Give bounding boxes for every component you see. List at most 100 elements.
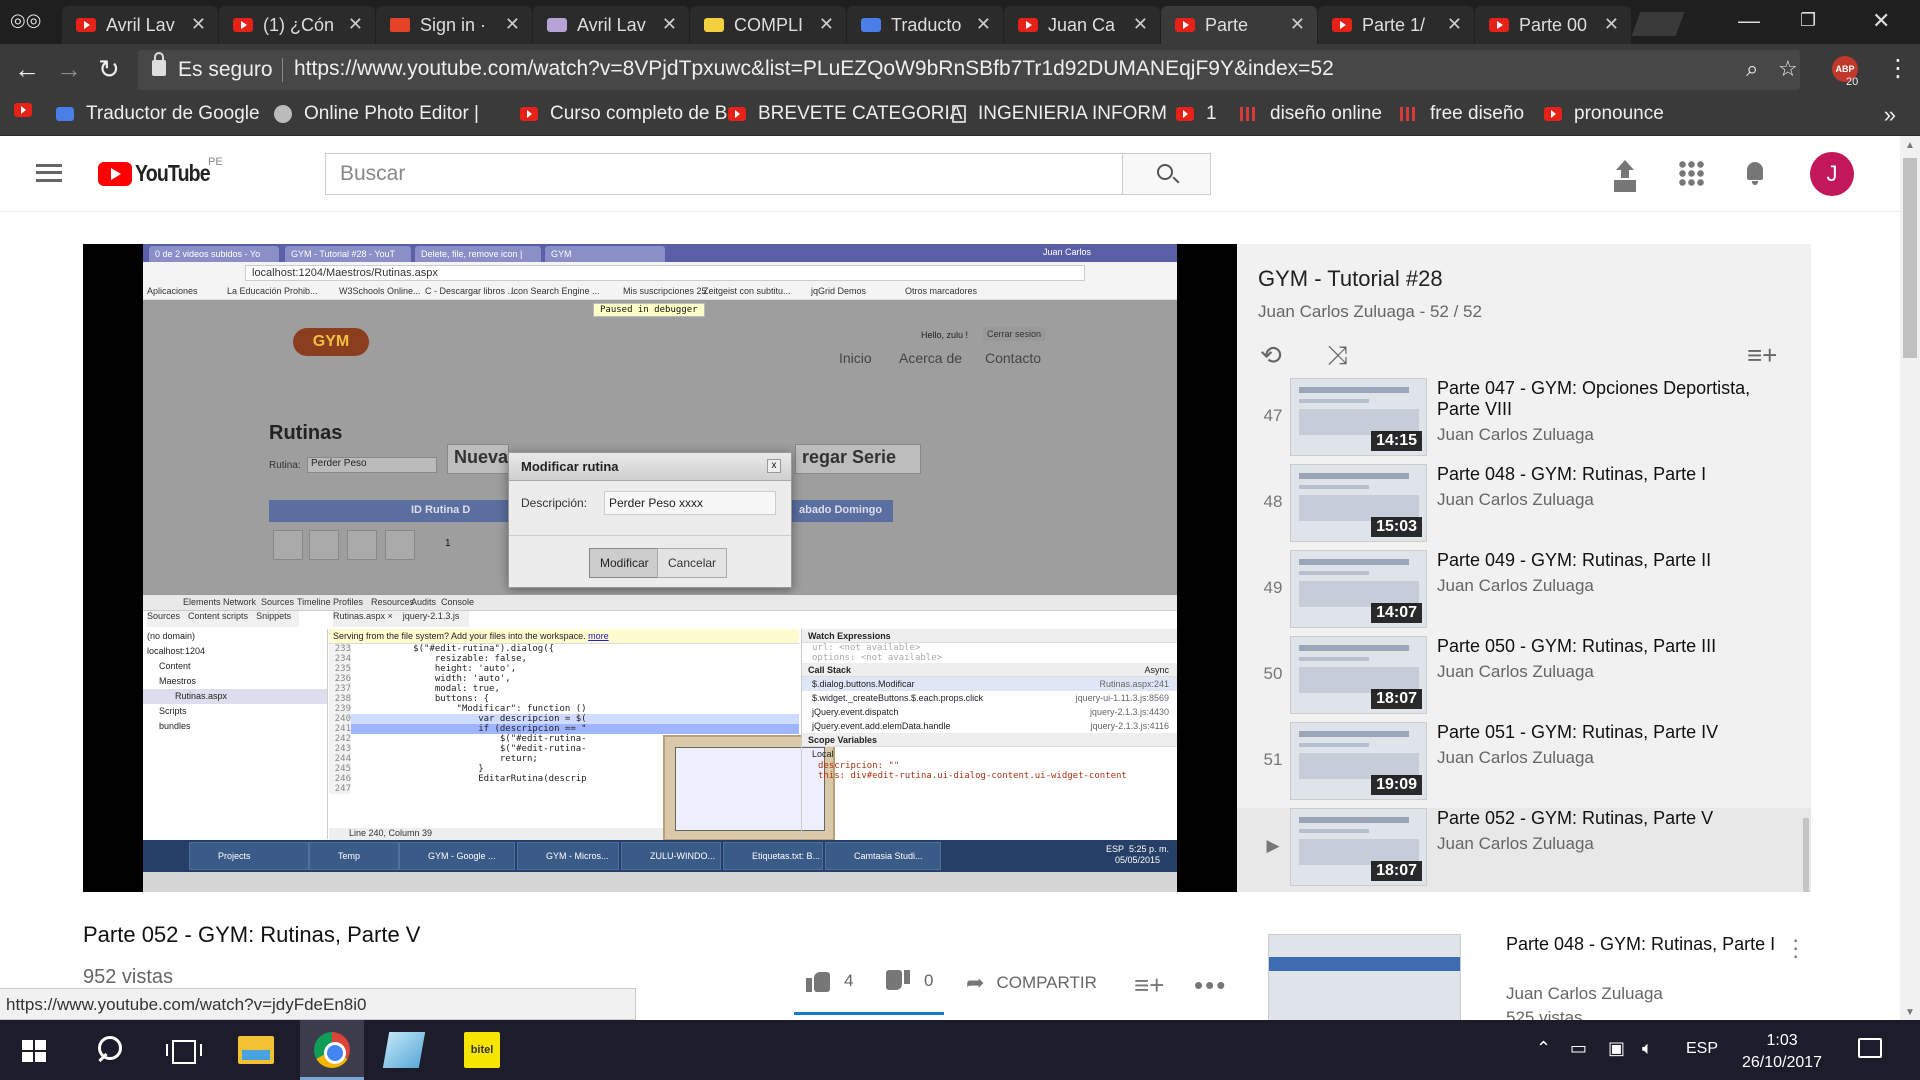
playlist-item[interactable]: 49 14:07 Parte 049 - GYM: Rutinas, Parte I…	[1237, 550, 1811, 636]
browser-tab[interactable]: Traducto ✕	[847, 6, 1003, 44]
reload-icon[interactable]: ↻	[98, 54, 120, 85]
browser-tab[interactable]: COMPLI ✕	[690, 6, 846, 44]
browser-tab[interactable]: Avril Lav ✕	[533, 6, 689, 44]
search-button[interactable]	[1123, 153, 1211, 195]
battery-icon[interactable]: ▭	[1570, 1038, 1587, 1059]
playlist-item[interactable]: ▶ 18:07 Parte 052 - GYM: Rutinas, Parte V J…	[1237, 808, 1811, 892]
youtube-logo[interactable]: YouTube PE	[98, 156, 223, 187]
bookmark-item[interactable]: diseño online	[1240, 103, 1382, 125]
playlist-thumbnail[interactable]: 14:15	[1290, 378, 1427, 456]
bookmark-item[interactable]: INGENIERIA INFORM	[952, 103, 1167, 125]
bookmark-item[interactable]: Online Photo Editor |	[274, 103, 479, 125]
up-next-title[interactable]: Parte 048 - GYM: Rutinas, Parte I	[1506, 934, 1806, 955]
cortana-search-icon[interactable]	[92, 1032, 128, 1068]
volume-icon[interactable]: 🔈︎	[1642, 1038, 1653, 1059]
close-tab-icon[interactable]: ✕	[505, 14, 520, 35]
shuffle-icon[interactable]: ⤨	[1327, 340, 1348, 372]
start-icon[interactable]	[22, 1040, 46, 1062]
add-to-button[interactable]: ≡+	[1134, 970, 1164, 1001]
show-hidden-icons-icon[interactable]: ⌃	[1536, 1038, 1551, 1059]
star-icon[interactable]: ☆	[1778, 56, 1798, 82]
system-clock[interactable]: 1:03 26/10/2017	[1742, 1030, 1822, 1074]
notifications-icon[interactable]	[1742, 160, 1768, 186]
browser-tab[interactable]: Avril Lav ✕	[62, 6, 218, 44]
bookmark-item[interactable]	[14, 103, 44, 117]
playlist-item-title[interactable]: Parte 050 - GYM: Rutinas, Parte III	[1437, 636, 1787, 657]
save-playlist-icon[interactable]: ≡+	[1747, 340, 1777, 371]
more-bookmarks-icon[interactable]: »	[1884, 102, 1896, 128]
bookmark-item[interactable]: Curso completo de B	[520, 103, 727, 125]
playlist-title[interactable]: GYM - Tutorial #28	[1258, 266, 1443, 292]
close-window-icon[interactable]: ✕	[1872, 8, 1890, 34]
restore-icon[interactable]: ❐	[1800, 10, 1816, 31]
up-next-item[interactable]: Parte 048 - GYM: Rutinas, Parte I Juan C…	[1268, 929, 1828, 1027]
close-tab-icon[interactable]: ✕	[1604, 14, 1619, 35]
omnibox[interactable]: Es seguro https://www.youtube.com/watch?…	[138, 50, 1800, 90]
playlist-item[interactable]: 51 19:09 Parte 051 - GYM: Rutinas, Parte I…	[1237, 722, 1811, 808]
close-tab-icon[interactable]: ✕	[819, 14, 834, 35]
scroll-up-icon[interactable]: ▲	[1905, 140, 1915, 151]
playlist-item[interactable]: 50 18:07 Parte 050 - GYM: Rutinas, Parte I…	[1237, 636, 1811, 722]
apps-icon[interactable]	[1678, 160, 1705, 187]
bookmark-item[interactable]: 1	[1176, 103, 1217, 125]
language-indicator[interactable]: ESP	[1686, 1040, 1718, 1058]
browser-tab[interactable]: Parte 00 ✕	[1475, 6, 1631, 44]
close-tab-icon[interactable]: ✕	[662, 14, 677, 35]
zoom-icon[interactable]: ⌕	[1746, 56, 1758, 82]
playlist-item-title[interactable]: Parte 047 - GYM: Opciones Deportista, Pa…	[1437, 378, 1787, 420]
avatar[interactable]: J	[1810, 152, 1854, 196]
playlist-thumbnail[interactable]: 18:07	[1290, 636, 1427, 714]
browser-tab[interactable]: Parte 1/ ✕	[1318, 6, 1474, 44]
page-scrollbar[interactable]: ▲ ▼	[1900, 136, 1920, 1020]
new-tab-button[interactable]	[1631, 12, 1685, 36]
playlist-item-title[interactable]: Parte 048 - GYM: Rutinas, Parte I	[1437, 464, 1787, 485]
chrome-menu-icon[interactable]: ⋮	[1886, 54, 1910, 83]
close-tab-icon[interactable]: ✕	[348, 14, 363, 35]
task-view-icon[interactable]	[164, 1032, 202, 1068]
up-next-menu-icon[interactable]: · · ·	[1792, 929, 1799, 967]
playlist-thumbnail[interactable]: 14:07	[1290, 550, 1427, 628]
page-scroll-thumb[interactable]	[1903, 158, 1917, 358]
network-icon[interactable]: ▣	[1608, 1038, 1625, 1059]
up-next-thumbnail[interactable]	[1268, 934, 1461, 1024]
close-tab-icon[interactable]: ✕	[976, 14, 991, 35]
loop-icon[interactable]: ⟲	[1260, 340, 1282, 371]
browser-tab[interactable]: Sign in · ✕	[376, 6, 532, 44]
bookmark-item[interactable]: free diseño	[1400, 103, 1524, 125]
playlist-item-title[interactable]: Parte 051 - GYM: Rutinas, Parte IV	[1437, 722, 1787, 743]
bookmark-item[interactable]: pronounce	[1544, 103, 1664, 125]
dislike-button[interactable]: 0	[886, 970, 933, 992]
close-tab-icon[interactable]: ✕	[1290, 14, 1305, 35]
playlist-thumbnail[interactable]: 19:09	[1290, 722, 1427, 800]
minimize-icon[interactable]: —	[1738, 8, 1760, 34]
share-button[interactable]: ➦ COMPARTIR	[966, 970, 1097, 996]
playlist-item-title[interactable]: Parte 052 - GYM: Rutinas, Parte V	[1437, 808, 1787, 829]
file-explorer-icon[interactable]	[238, 1036, 274, 1064]
browser-tab[interactable]: Parte ✕	[1161, 6, 1317, 44]
close-tab-icon[interactable]: ✕	[191, 14, 206, 35]
upload-icon[interactable]	[1612, 160, 1638, 186]
notepad-icon[interactable]	[382, 1032, 426, 1068]
forward-icon[interactable]: →	[56, 54, 82, 85]
playlist-thumbnail[interactable]: 15:03	[1290, 464, 1427, 542]
search-input[interactable]	[326, 154, 1122, 194]
browser-tab[interactable]: (1) ¿Cón ✕	[219, 6, 375, 44]
chrome-icon[interactable]	[314, 1032, 350, 1068]
bitel-icon[interactable]: bitel	[464, 1032, 500, 1068]
browser-tab[interactable]: Juan Ca ✕	[1004, 6, 1160, 44]
playlist-thumbnail[interactable]: 18:07	[1290, 808, 1427, 886]
playlist-item[interactable]: 48 15:03 Parte 048 - GYM: Rutinas, Parte I…	[1237, 464, 1811, 550]
more-actions-button[interactable]: •••	[1194, 970, 1227, 1001]
bookmark-item[interactable]: BREVETE CATEGORIA	[728, 103, 962, 125]
scroll-down-icon[interactable]: ▼	[1905, 1007, 1915, 1018]
action-center-icon[interactable]	[1858, 1038, 1882, 1058]
playlist-item-title[interactable]: Parte 049 - GYM: Rutinas, Parte II	[1437, 550, 1787, 571]
playlist-subtitle[interactable]: Juan Carlos Zuluaga - 52 / 52	[1258, 302, 1482, 322]
menu-icon[interactable]	[36, 164, 62, 182]
bookmark-item[interactable]: Traductor de Google	[56, 103, 260, 125]
close-tab-icon[interactable]: ✕	[1133, 14, 1148, 35]
video-player[interactable]: 0 de 2 videos subidos - Yo GYM - Tutorial…	[83, 244, 1237, 892]
close-tab-icon[interactable]: ✕	[1447, 14, 1462, 35]
playlist-scrollbar[interactable]	[1803, 818, 1809, 892]
like-button[interactable]: 4	[806, 970, 853, 992]
